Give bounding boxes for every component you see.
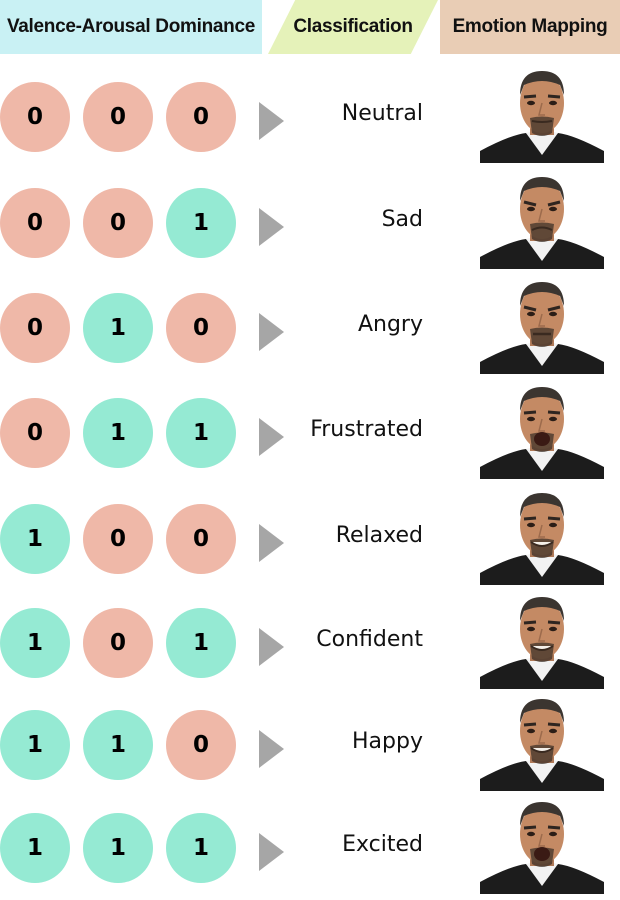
arrow-right-icon <box>259 628 284 666</box>
emotion-row: 1 1 1 Excited <box>0 796 620 900</box>
arousal-bit-circle: 0 <box>83 82 153 152</box>
relaxed-face-icon <box>480 487 604 585</box>
arrow-right-icon <box>259 102 284 140</box>
dominance-bit-circle: 0 <box>166 504 236 574</box>
neutral-face-icon <box>480 65 604 163</box>
valence-bit-circle: 1 <box>0 504 70 574</box>
emotion-label: Sad <box>381 207 423 232</box>
emotion-row: 1 0 0 Relaxed <box>0 487 620 591</box>
sad-face-icon <box>480 171 604 269</box>
arousal-bit-circle: 0 <box>83 608 153 678</box>
dominance-bit-circle: 0 <box>166 293 236 363</box>
valence-bit-circle: 1 <box>0 813 70 883</box>
arrow-right-icon <box>259 730 284 768</box>
emotion-label: Excited <box>342 832 423 857</box>
arousal-bit-circle: 1 <box>83 293 153 363</box>
arousal-bit-circle: 1 <box>83 398 153 468</box>
emotion-label: Happy <box>352 729 423 754</box>
dominance-bit-circle: 1 <box>166 813 236 883</box>
header-emotion-mapping: Emotion Mapping <box>440 0 620 54</box>
arrow-right-icon <box>259 833 284 871</box>
emotion-label: Angry <box>357 312 423 337</box>
valence-bit-circle: 0 <box>0 293 70 363</box>
emotion-row: 0 1 0 Angry <box>0 276 620 380</box>
confident-face-icon <box>480 591 604 689</box>
emotion-row: 0 0 0 Neutral <box>0 65 620 169</box>
valence-bit-circle: 0 <box>0 398 70 468</box>
dominance-bit-circle: 1 <box>166 398 236 468</box>
arrow-right-icon <box>259 313 284 351</box>
emotion-label: Frustrated <box>310 417 423 442</box>
arousal-bit-circle: 0 <box>83 188 153 258</box>
header-valence-arousal-dominance: Valence-Arousal Dominance <box>0 0 262 54</box>
valence-bit-circle: 1 <box>0 608 70 678</box>
arousal-bit-circle: 1 <box>83 710 153 780</box>
arrow-right-icon <box>259 208 284 246</box>
emotion-row: 0 1 1 Frustrated <box>0 381 620 485</box>
emotion-row: 0 0 1 Sad <box>0 171 620 275</box>
angry-face-icon <box>480 276 604 374</box>
dominance-bit-circle: 0 <box>166 710 236 780</box>
emotion-row: 1 0 1 Confident <box>0 591 620 695</box>
emotion-label: Neutral <box>341 101 423 126</box>
dominance-bit-circle: 0 <box>166 82 236 152</box>
happy-face-icon <box>480 693 604 791</box>
arrow-right-icon <box>259 418 284 456</box>
frustrated-face-icon <box>480 381 604 479</box>
dominance-bit-circle: 1 <box>166 608 236 678</box>
valence-bit-circle: 1 <box>0 710 70 780</box>
valence-bit-circle: 0 <box>0 82 70 152</box>
arousal-bit-circle: 1 <box>83 813 153 883</box>
emotion-label: Confident <box>316 627 423 652</box>
emotion-row: 1 1 0 Happy <box>0 693 620 797</box>
header-classification: Classification <box>268 0 438 54</box>
excited-face-icon <box>480 796 604 894</box>
emotion-label: Relaxed <box>335 523 423 548</box>
arousal-bit-circle: 0 <box>83 504 153 574</box>
valence-bit-circle: 0 <box>0 188 70 258</box>
arrow-right-icon <box>259 524 284 562</box>
dominance-bit-circle: 1 <box>166 188 236 258</box>
